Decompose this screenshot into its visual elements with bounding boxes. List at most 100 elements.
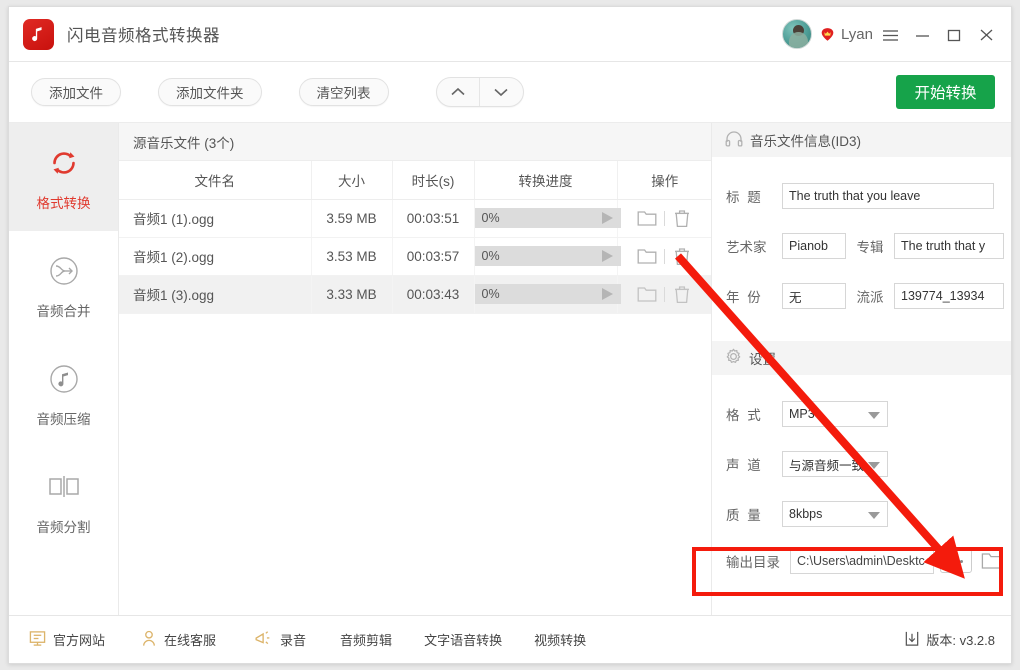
footer-bar: 官方网站 在线客服 录音 音频剪辑 文字语音转换 视频转换 版本: v3.2.8	[9, 615, 1011, 663]
open-output-folder-icon[interactable]	[981, 552, 1003, 570]
play-triangle-icon[interactable]	[601, 288, 613, 300]
file-table: 文件名 大小 时长(s) 转换进度 操作 音频1 (1).ogg 3.59 MB…	[119, 161, 712, 314]
move-buttons-group	[435, 77, 524, 107]
start-convert-button[interactable]: 开始转换	[896, 75, 995, 109]
column-header-duration[interactable]: 时长(s)	[392, 161, 475, 200]
settings-panel-title: 设置	[749, 352, 776, 367]
chevron-down-icon	[868, 512, 880, 519]
id3-title-row: 标 题 The truth that you leave	[712, 171, 1011, 221]
play-triangle-icon[interactable]	[601, 250, 613, 262]
column-header-filename[interactable]: 文件名	[119, 161, 312, 200]
footer-item-online-service[interactable]: 在线客服	[141, 630, 216, 650]
sidebar-item-audio-compress[interactable]: 音频压缩	[9, 339, 118, 447]
cell-actions	[617, 237, 712, 276]
add-folder-button[interactable]: 添加文件夹	[158, 78, 262, 106]
clear-list-button[interactable]: 清空列表	[298, 78, 389, 106]
id3-artist-album-row: 艺术家 Pianob 专辑 The truth that y	[712, 221, 1011, 271]
output-dir-label: 输出目录	[726, 555, 780, 570]
split-panels-icon	[44, 467, 84, 507]
id3-title-label: 标 题	[726, 190, 763, 205]
file-list-header: 源音乐文件 (3个)	[119, 123, 711, 161]
add-file-button[interactable]: 添加文件	[31, 78, 121, 106]
trash-icon[interactable]	[665, 247, 699, 266]
app-logo-icon	[23, 18, 54, 50]
browse-button[interactable]	[940, 549, 972, 573]
channel-select[interactable]: 与源音频一致	[782, 451, 888, 477]
id3-panel-title: 音乐文件信息(ID3)	[750, 134, 861, 149]
version-info: 版本: v3.2.8	[904, 630, 995, 650]
id3-fields: 标 题 The truth that you leave 艺术家 Pianob …	[712, 157, 1011, 321]
cell-size: 3.59 MB	[311, 199, 393, 238]
chevron-down-icon[interactable]	[479, 78, 523, 106]
toolbar: 添加文件 添加文件夹 清空列表 开始转换	[9, 62, 1011, 123]
sidebar-item-format-convert[interactable]: 格式转换	[9, 123, 118, 231]
cell-progress: 0%	[474, 237, 621, 276]
app-title: 闪电音频格式转换器	[67, 27, 220, 45]
chevron-up-icon[interactable]	[437, 78, 480, 106]
music-note-circle-icon	[44, 359, 84, 399]
sidebar-item-label: 音频压缩	[36, 411, 91, 427]
cell-filename: 音频1 (2).ogg	[119, 237, 312, 276]
footer-item-video-convert[interactable]: 视频转换	[534, 630, 586, 649]
maximize-icon[interactable]	[939, 21, 969, 49]
table-row[interactable]: 音频1 (2).ogg 3.53 MB 00:03:57 0%	[119, 237, 712, 276]
trash-icon[interactable]	[665, 209, 699, 228]
footer-item-official-website[interactable]: 官方网站	[29, 630, 105, 650]
format-label: 格 式	[726, 408, 763, 423]
quality-row: 质 量 8kbps	[712, 489, 1011, 539]
column-header-actions: 操作	[617, 161, 712, 200]
id3-genre-input[interactable]: 139774_13934	[894, 283, 1004, 309]
progress-value: 0%	[481, 211, 500, 225]
footer-item-label: 官方网站	[53, 633, 106, 648]
id3-year-input[interactable]: 无	[782, 283, 846, 309]
table-header-row: 文件名 大小 时长(s) 转换进度 操作	[119, 161, 712, 200]
folder-icon[interactable]	[630, 248, 664, 265]
footer-item-text-to-speech[interactable]: 文字语音转换	[424, 630, 502, 649]
cell-actions	[617, 275, 712, 314]
id3-artist-input[interactable]: Pianob	[782, 233, 846, 259]
sidebar-item-audio-split[interactable]: 音频分割	[9, 447, 118, 555]
close-icon[interactable]	[971, 21, 1001, 49]
cell-duration: 00:03:51	[392, 199, 475, 238]
trash-icon[interactable]	[665, 285, 699, 304]
footer-item-audio-edit[interactable]: 音频剪辑	[340, 630, 392, 649]
sidebar-item-audio-merge[interactable]: 音频合并	[9, 231, 118, 339]
id3-album-input[interactable]: The truth that y	[894, 233, 1004, 259]
id3-panel-header: 音乐文件信息(ID3)	[712, 123, 1011, 157]
cell-progress: 0%	[474, 199, 621, 238]
folder-icon[interactable]	[630, 210, 664, 227]
monitor-icon	[29, 630, 46, 650]
folder-icon[interactable]	[630, 286, 664, 303]
menu-icon[interactable]	[875, 21, 905, 49]
format-select[interactable]: MP3	[782, 401, 888, 427]
table-row[interactable]: 音频1 (3).ogg 3.33 MB 00:03:43 0%	[119, 275, 712, 314]
cell-size: 3.33 MB	[311, 275, 393, 314]
cell-filename: 音频1 (3).ogg	[119, 275, 312, 314]
vip-crown-icon	[820, 27, 835, 42]
chevron-down-icon	[868, 412, 880, 419]
id3-title-input[interactable]: The truth that you leave	[782, 183, 994, 209]
cell-duration: 00:03:43	[392, 275, 475, 314]
application-window: 闪电音频格式转换器 Lyan 添加文件 添加文件夹 清空列表 开始转换 格式转换…	[8, 6, 1012, 664]
table-row[interactable]: 音频1 (1).ogg 3.59 MB 00:03:51 0%	[119, 199, 712, 238]
channel-value: 与源音频一致	[789, 458, 865, 473]
play-triangle-icon[interactable]	[601, 212, 613, 224]
user-area[interactable]: Lyan	[782, 19, 873, 49]
column-header-size[interactable]: 大小	[311, 161, 393, 200]
column-header-progress[interactable]: 转换进度	[474, 161, 618, 200]
headphones-icon	[725, 130, 743, 150]
quality-label: 质 量	[726, 508, 763, 523]
settings-panel-header: 设置	[712, 341, 1011, 375]
footer-item-label: 在线客服	[164, 633, 217, 648]
refresh-circular-icon	[44, 143, 84, 183]
footer-item-record[interactable]: 录音	[254, 630, 306, 650]
sidebar-item-label: 格式转换	[36, 195, 91, 211]
file-list-panel: 源音乐文件 (3个) 文件名 大小 时长(s) 转换进度 操作 音频1 (1).…	[119, 123, 712, 615]
user-name: Lyan	[841, 25, 873, 43]
minimize-icon[interactable]	[907, 21, 937, 49]
sidebar-item-label: 音频合并	[36, 303, 91, 319]
output-dir-input[interactable]: C:\Users\admin\Desktc	[790, 548, 934, 574]
quality-select[interactable]: 8kbps	[782, 501, 888, 527]
user-avatar[interactable]	[782, 19, 813, 49]
format-row: 格 式 MP3	[712, 389, 1011, 439]
